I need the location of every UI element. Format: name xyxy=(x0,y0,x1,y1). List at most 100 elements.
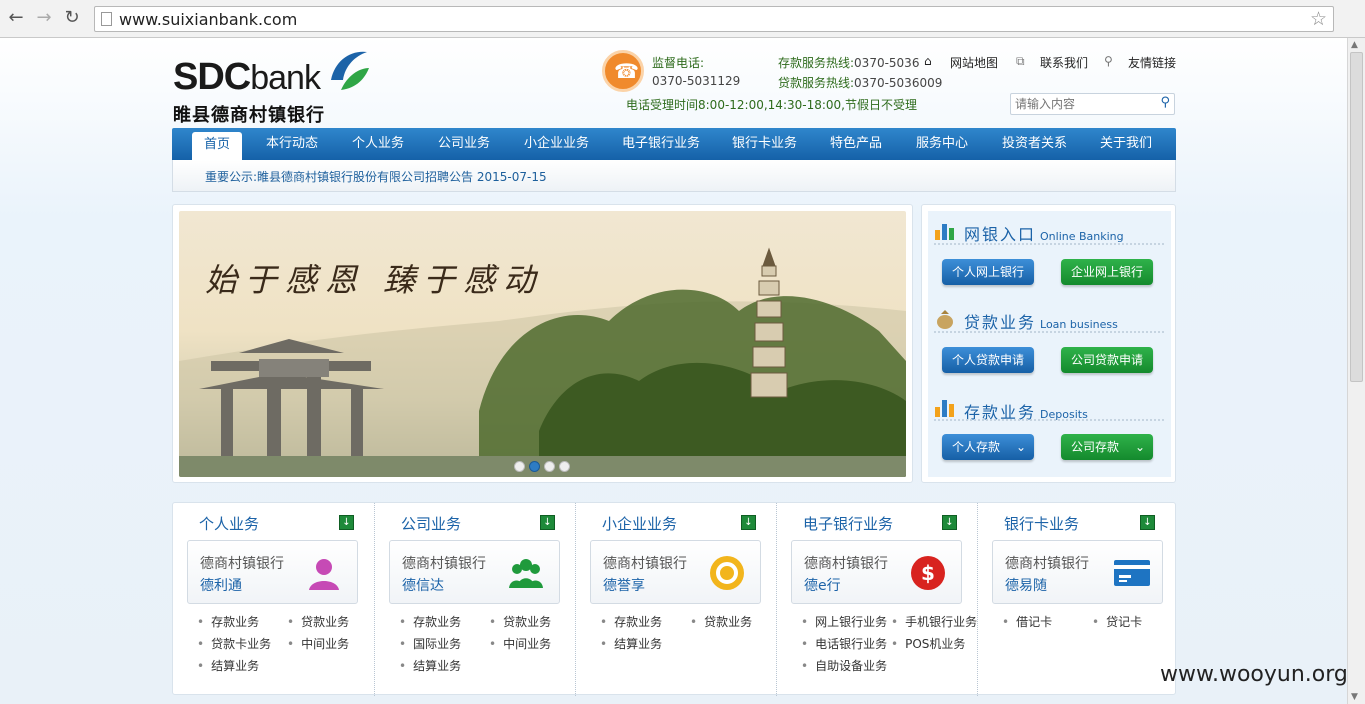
search-icon[interactable]: ⚲ xyxy=(1160,95,1170,110)
supervision-label: 监督电话: xyxy=(652,56,705,70)
nav-item-cards[interactable]: 银行卡业务 xyxy=(732,128,797,160)
scroll-up-icon[interactable]: ▲ xyxy=(1351,40,1358,50)
bank-card-icon xyxy=(1114,560,1150,586)
download-arrow-icon[interactable]: ↓ xyxy=(339,515,354,530)
link-item[interactable]: 存款业务 xyxy=(197,613,259,630)
link-item[interactable]: 结算业务 xyxy=(197,657,259,674)
card-product-name: 德誉享 xyxy=(603,578,645,594)
divider xyxy=(934,331,1164,333)
personal-loan-button[interactable]: 个人贷款申请 xyxy=(942,347,1034,373)
banner-image[interactable]: 始于感恩 臻于感动 xyxy=(179,211,906,477)
card-bank-name: 德商村镇银行 xyxy=(603,556,687,572)
scroll-thumb[interactable] xyxy=(1350,52,1363,382)
download-arrow-icon[interactable]: ↓ xyxy=(942,515,957,530)
home-icon[interactable]: ⌂ xyxy=(924,54,932,68)
business-columns: 个人业务 ↓ 德商村镇银行 德利通 存款业务 贷款业务 贷款卡业务 中间业务 结… xyxy=(172,502,1176,696)
link-item[interactable]: 中间业务 xyxy=(489,635,551,652)
product-card[interactable]: 德商村镇银行 德e行 $ xyxy=(791,540,962,604)
nav-item-corporate[interactable]: 公司业务 xyxy=(438,128,490,160)
personal-online-banking-button[interactable]: 个人网上银行 xyxy=(942,259,1034,285)
card-bank-name: 德商村镇银行 xyxy=(1005,556,1089,572)
column-title[interactable]: 电子银行业务 xyxy=(803,513,893,534)
link-item[interactable]: 贷款业务 xyxy=(690,613,752,630)
link-item[interactable]: 手机银行业务 xyxy=(891,613,977,630)
download-arrow-icon[interactable]: ↓ xyxy=(1140,515,1155,530)
card-product-name: 德信达 xyxy=(402,578,444,594)
link-item[interactable]: POS机业务 xyxy=(891,635,965,652)
chevron-down-icon: ⌄ xyxy=(1134,440,1145,454)
nav-item-products[interactable]: 特色产品 xyxy=(830,128,882,160)
nav-item-ebanking[interactable]: 电子银行业务 xyxy=(622,128,700,160)
corporate-deposit-dropdown[interactable]: 公司存款 ⌄ xyxy=(1061,434,1153,460)
nav-item-about[interactable]: 关于我们 xyxy=(1100,128,1152,160)
link-item[interactable]: 贷记卡 xyxy=(1092,613,1142,630)
link-item[interactable]: 贷款业务 xyxy=(287,613,349,630)
logo-wordmark: SDCbank xyxy=(173,56,321,98)
nav-item-home[interactable]: 首页 xyxy=(192,132,243,160)
column-small-business: 小企业业务 ↓ 德商村镇银行 德誉享 存款业务 贷款业务 结算业务 xyxy=(575,503,776,696)
friend-links[interactable]: 友情链接 xyxy=(1128,54,1176,71)
sitemap-link[interactable]: 网站地图 xyxy=(950,54,998,71)
link-item[interactable]: 结算业务 xyxy=(399,657,461,674)
product-card[interactable]: 德商村镇银行 德誉享 xyxy=(590,540,761,604)
forward-icon[interactable]: → xyxy=(34,8,54,28)
carousel-dot-active[interactable] xyxy=(529,461,540,472)
product-card[interactable]: 德商村镇银行 德信达 xyxy=(389,540,560,604)
carousel-dot[interactable] xyxy=(544,461,555,472)
chevron-down-icon: ⌄ xyxy=(1015,440,1026,454)
link-icon: ⚲ xyxy=(1104,54,1113,68)
link-item[interactable]: 中间业务 xyxy=(287,635,349,652)
corporate-loan-button[interactable]: 公司贷款申请 xyxy=(1061,347,1153,373)
service-hours: 电话受理时间8:00-12:00,14:30-18:00,节假日不受理 xyxy=(626,98,917,112)
bank-logo[interactable]: SDCbank 睢县德商村镇银行 xyxy=(173,46,383,126)
loan-title: 贷款业务 Loan business xyxy=(964,313,1118,332)
column-title[interactable]: 小企业业务 xyxy=(602,513,677,534)
carousel-dots xyxy=(514,461,574,475)
scroll-down-icon[interactable]: ▼ xyxy=(1351,692,1358,702)
scrollbar[interactable]: ▲ ▼ xyxy=(1347,38,1365,704)
nav-item-investors[interactable]: 投资者关系 xyxy=(1002,128,1067,160)
link-item[interactable]: 借记卡 xyxy=(1002,613,1052,630)
link-item[interactable]: 自助设备业务 xyxy=(801,657,887,674)
page: SDCbank 睢县德商村镇银行 ☎ 监督电话: 0370-5031129 存款… xyxy=(0,38,1347,704)
contact-link[interactable]: 联系我们 xyxy=(1040,54,1088,71)
link-item[interactable]: 贷款卡业务 xyxy=(197,635,271,652)
notice-link[interactable]: 重要公示:睢县德商村镇银行股份有限公司招聘公告 2015-07-15 xyxy=(205,168,547,185)
carousel-dot[interactable] xyxy=(514,461,525,472)
divider xyxy=(934,243,1164,245)
product-card[interactable]: 德商村镇银行 德利通 xyxy=(187,540,358,604)
logo-swoosh-icon xyxy=(331,51,369,90)
carousel-dot[interactable] xyxy=(559,461,570,472)
corporate-online-banking-button[interactable]: 企业网上银行 xyxy=(1061,259,1153,285)
banner-slogan: 始于感恩 臻于感动 xyxy=(205,261,544,299)
link-item[interactable]: 存款业务 xyxy=(600,613,662,630)
column-title[interactable]: 个人业务 xyxy=(199,513,259,534)
link-item[interactable]: 网上银行业务 xyxy=(801,613,887,630)
nav-item-personal[interactable]: 个人业务 xyxy=(352,128,404,160)
bookmark-star-icon[interactable]: ☆ xyxy=(1310,8,1327,30)
product-card[interactable]: 德商村镇银行 德易随 xyxy=(992,540,1163,604)
download-arrow-icon[interactable]: ↓ xyxy=(540,515,555,530)
back-icon[interactable]: ← xyxy=(6,8,26,28)
link-item[interactable]: 贷款业务 xyxy=(489,613,551,630)
card-product-name: 德e行 xyxy=(804,578,841,594)
coin-icon xyxy=(710,556,744,590)
column-personal: 个人业务 ↓ 德商村镇银行 德利通 存款业务 贷款业务 贷款卡业务 中间业务 结… xyxy=(173,503,374,696)
column-title[interactable]: 银行卡业务 xyxy=(1004,513,1079,534)
link-item[interactable]: 国际业务 xyxy=(399,635,461,652)
link-item[interactable]: 存款业务 xyxy=(399,613,461,630)
address-bar[interactable]: www.suixianbank.com ☆ xyxy=(94,6,1334,32)
logo-cn-name: 睢县德商村镇银行 xyxy=(173,105,325,126)
link-item[interactable]: 结算业务 xyxy=(600,635,662,652)
reload-icon[interactable]: ↻ xyxy=(62,8,82,28)
nav-item-small-business[interactable]: 小企业业务 xyxy=(524,128,589,160)
search-input[interactable] xyxy=(1015,96,1155,112)
personal-deposit-dropdown[interactable]: 个人存款 ⌄ xyxy=(942,434,1034,460)
link-item[interactable]: 电话银行业务 xyxy=(801,635,887,652)
nav-item-news[interactable]: 本行动态 xyxy=(266,128,318,160)
nav-item-service[interactable]: 服务中心 xyxy=(916,128,968,160)
download-arrow-icon[interactable]: ↓ xyxy=(741,515,756,530)
divider xyxy=(934,419,1164,421)
column-title[interactable]: 公司业务 xyxy=(401,513,461,534)
url-text[interactable]: www.suixianbank.com xyxy=(119,10,297,29)
